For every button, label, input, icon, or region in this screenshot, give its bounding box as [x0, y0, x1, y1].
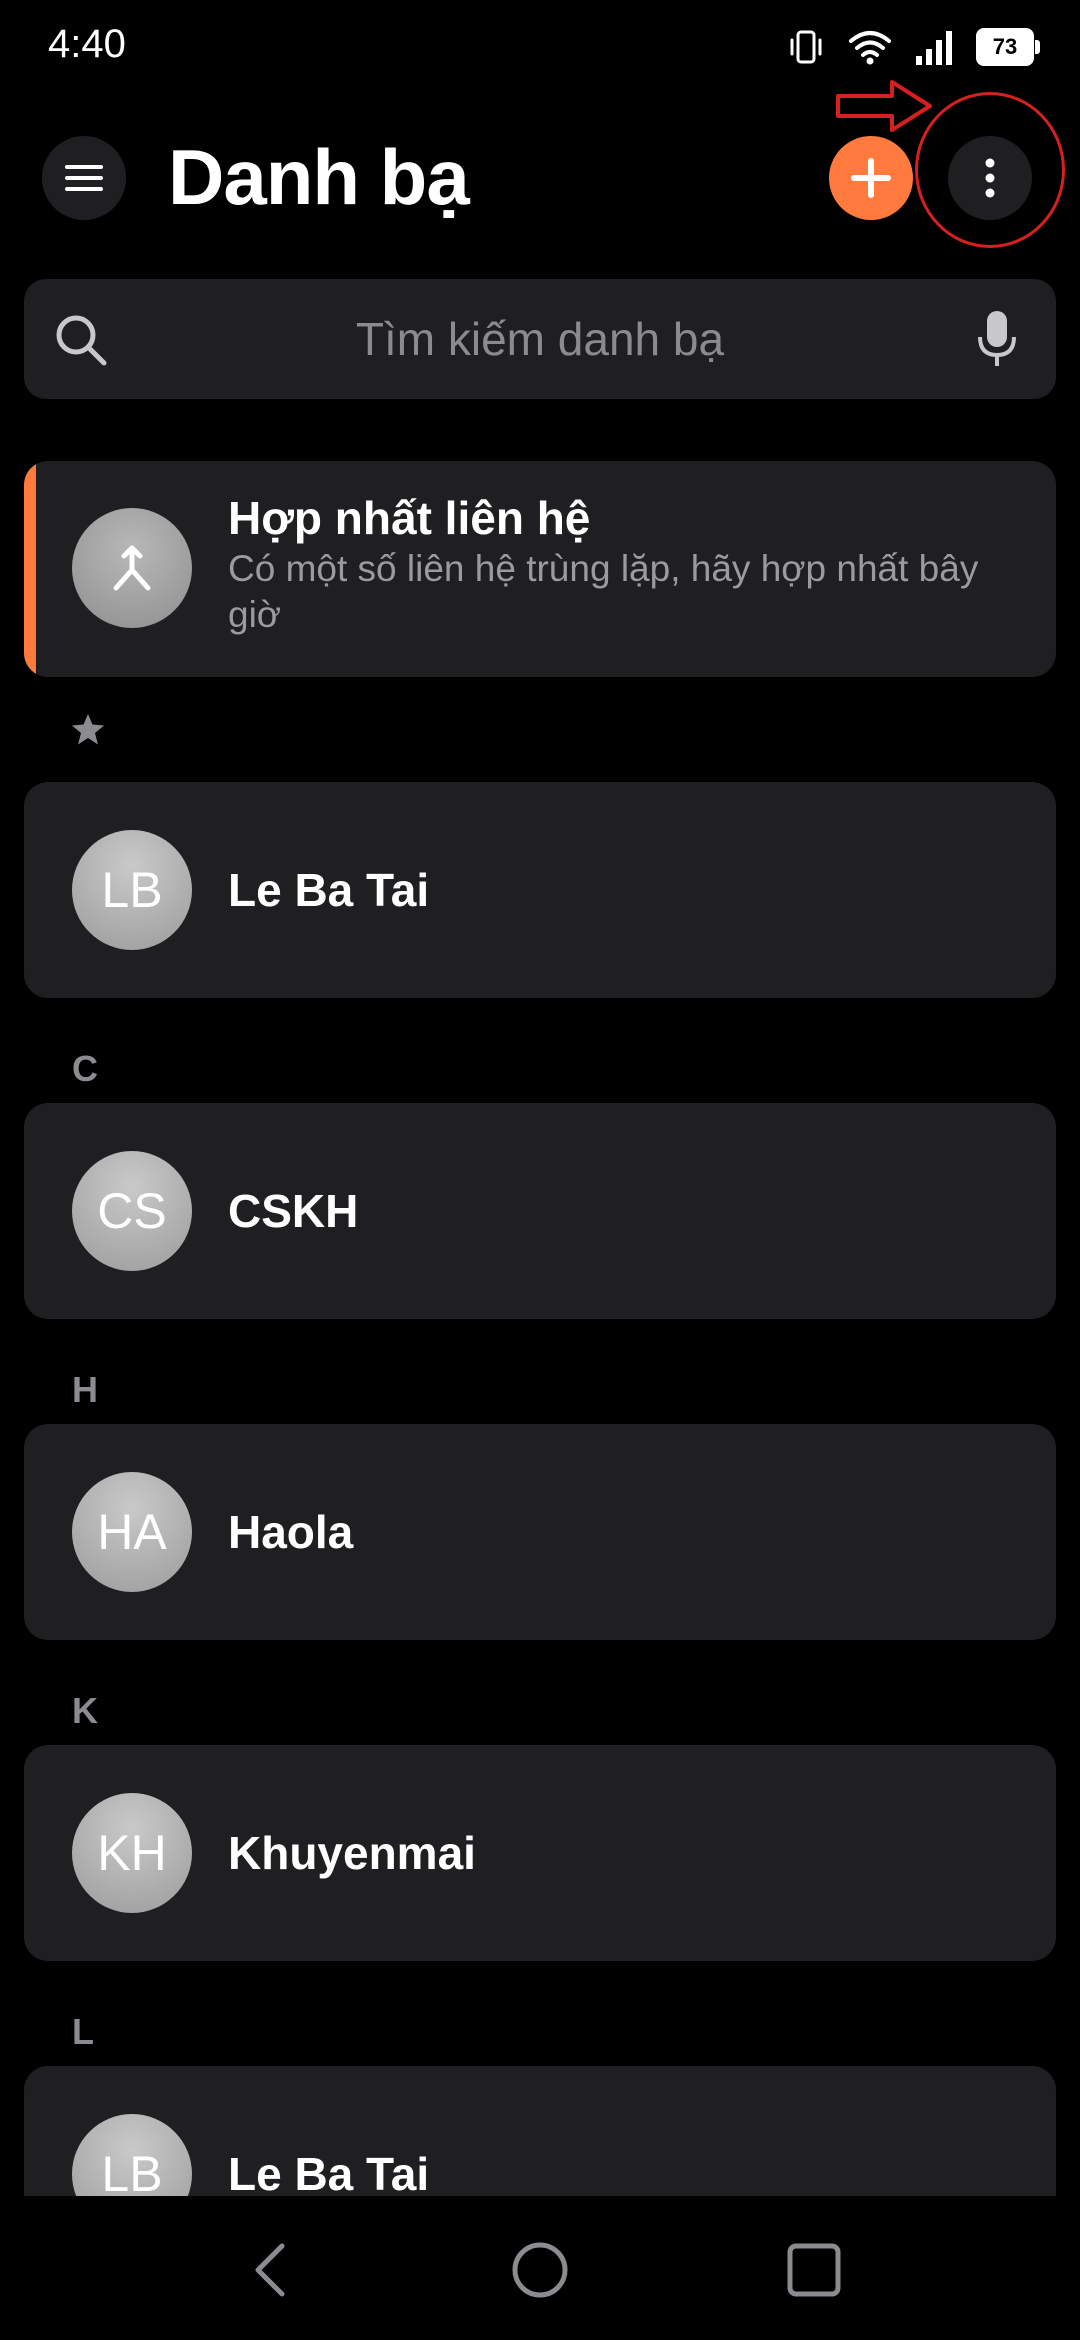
navigation-bar — [0, 2196, 1080, 2340]
merge-accent-bar — [24, 461, 36, 677]
merge-icon — [72, 508, 192, 628]
contact-name: Le Ba Tai — [228, 864, 430, 916]
avatar: CS — [72, 1151, 192, 1271]
status-icons: 73 — [786, 24, 1040, 70]
add-contact-button[interactable] — [829, 136, 913, 220]
page-title: Danh bạ — [168, 133, 470, 221]
section-header-k: K — [72, 1690, 98, 1731]
contact-row[interactable]: CS CSKH — [24, 1103, 1056, 1319]
signal-icon — [916, 31, 952, 65]
merge-title: Hợp nhất liên hệ — [228, 492, 591, 544]
mic-icon[interactable] — [976, 309, 1018, 374]
search-input[interactable]: Tìm kiếm danh bạ — [24, 279, 1056, 399]
home-icon[interactable] — [510, 2240, 570, 2305]
avatar: KH — [72, 1793, 192, 1913]
contact-name: CSKH — [228, 1185, 359, 1237]
annotation-circle — [915, 92, 1065, 248]
contact-row[interactable]: LB Le Ba Tai — [24, 782, 1056, 998]
back-icon[interactable] — [248, 2240, 292, 2305]
battery-level: 73 — [992, 34, 1018, 59]
star-icon — [70, 712, 106, 751]
plus-icon — [851, 158, 891, 198]
vibrate-icon — [790, 30, 822, 64]
contact-name: Khuyenmai — [228, 1827, 476, 1879]
status-time: 4:40 — [48, 22, 126, 66]
section-header-l: L — [72, 2011, 94, 2052]
avatar: HA — [72, 1472, 192, 1592]
search-bar[interactable]: Tìm kiếm danh bạ — [24, 279, 1056, 399]
contact-name: Haola — [228, 1506, 354, 1558]
merge-subtitle: Có một số liên hệ trùng lặp, hãy hợp nhấ… — [228, 548, 979, 635]
section-header-h: H — [72, 1369, 98, 1410]
annotation-arrow-icon — [836, 80, 932, 132]
avatar: LB — [72, 830, 192, 950]
section-header-c: C — [72, 1048, 98, 1089]
contact-row[interactable]: KH Khuyenmai — [24, 1745, 1056, 1961]
contact-row[interactable]: HA Haola — [24, 1424, 1056, 1640]
recents-icon[interactable] — [786, 2242, 842, 2303]
merge-contacts-card[interactable]: Hợp nhất liên hệ Có một số liên hệ trùng… — [24, 461, 1056, 677]
hamburger-icon — [65, 165, 103, 191]
battery-icon: 73 — [976, 28, 1040, 66]
wifi-icon — [849, 31, 891, 65]
menu-button[interactable] — [42, 136, 126, 220]
